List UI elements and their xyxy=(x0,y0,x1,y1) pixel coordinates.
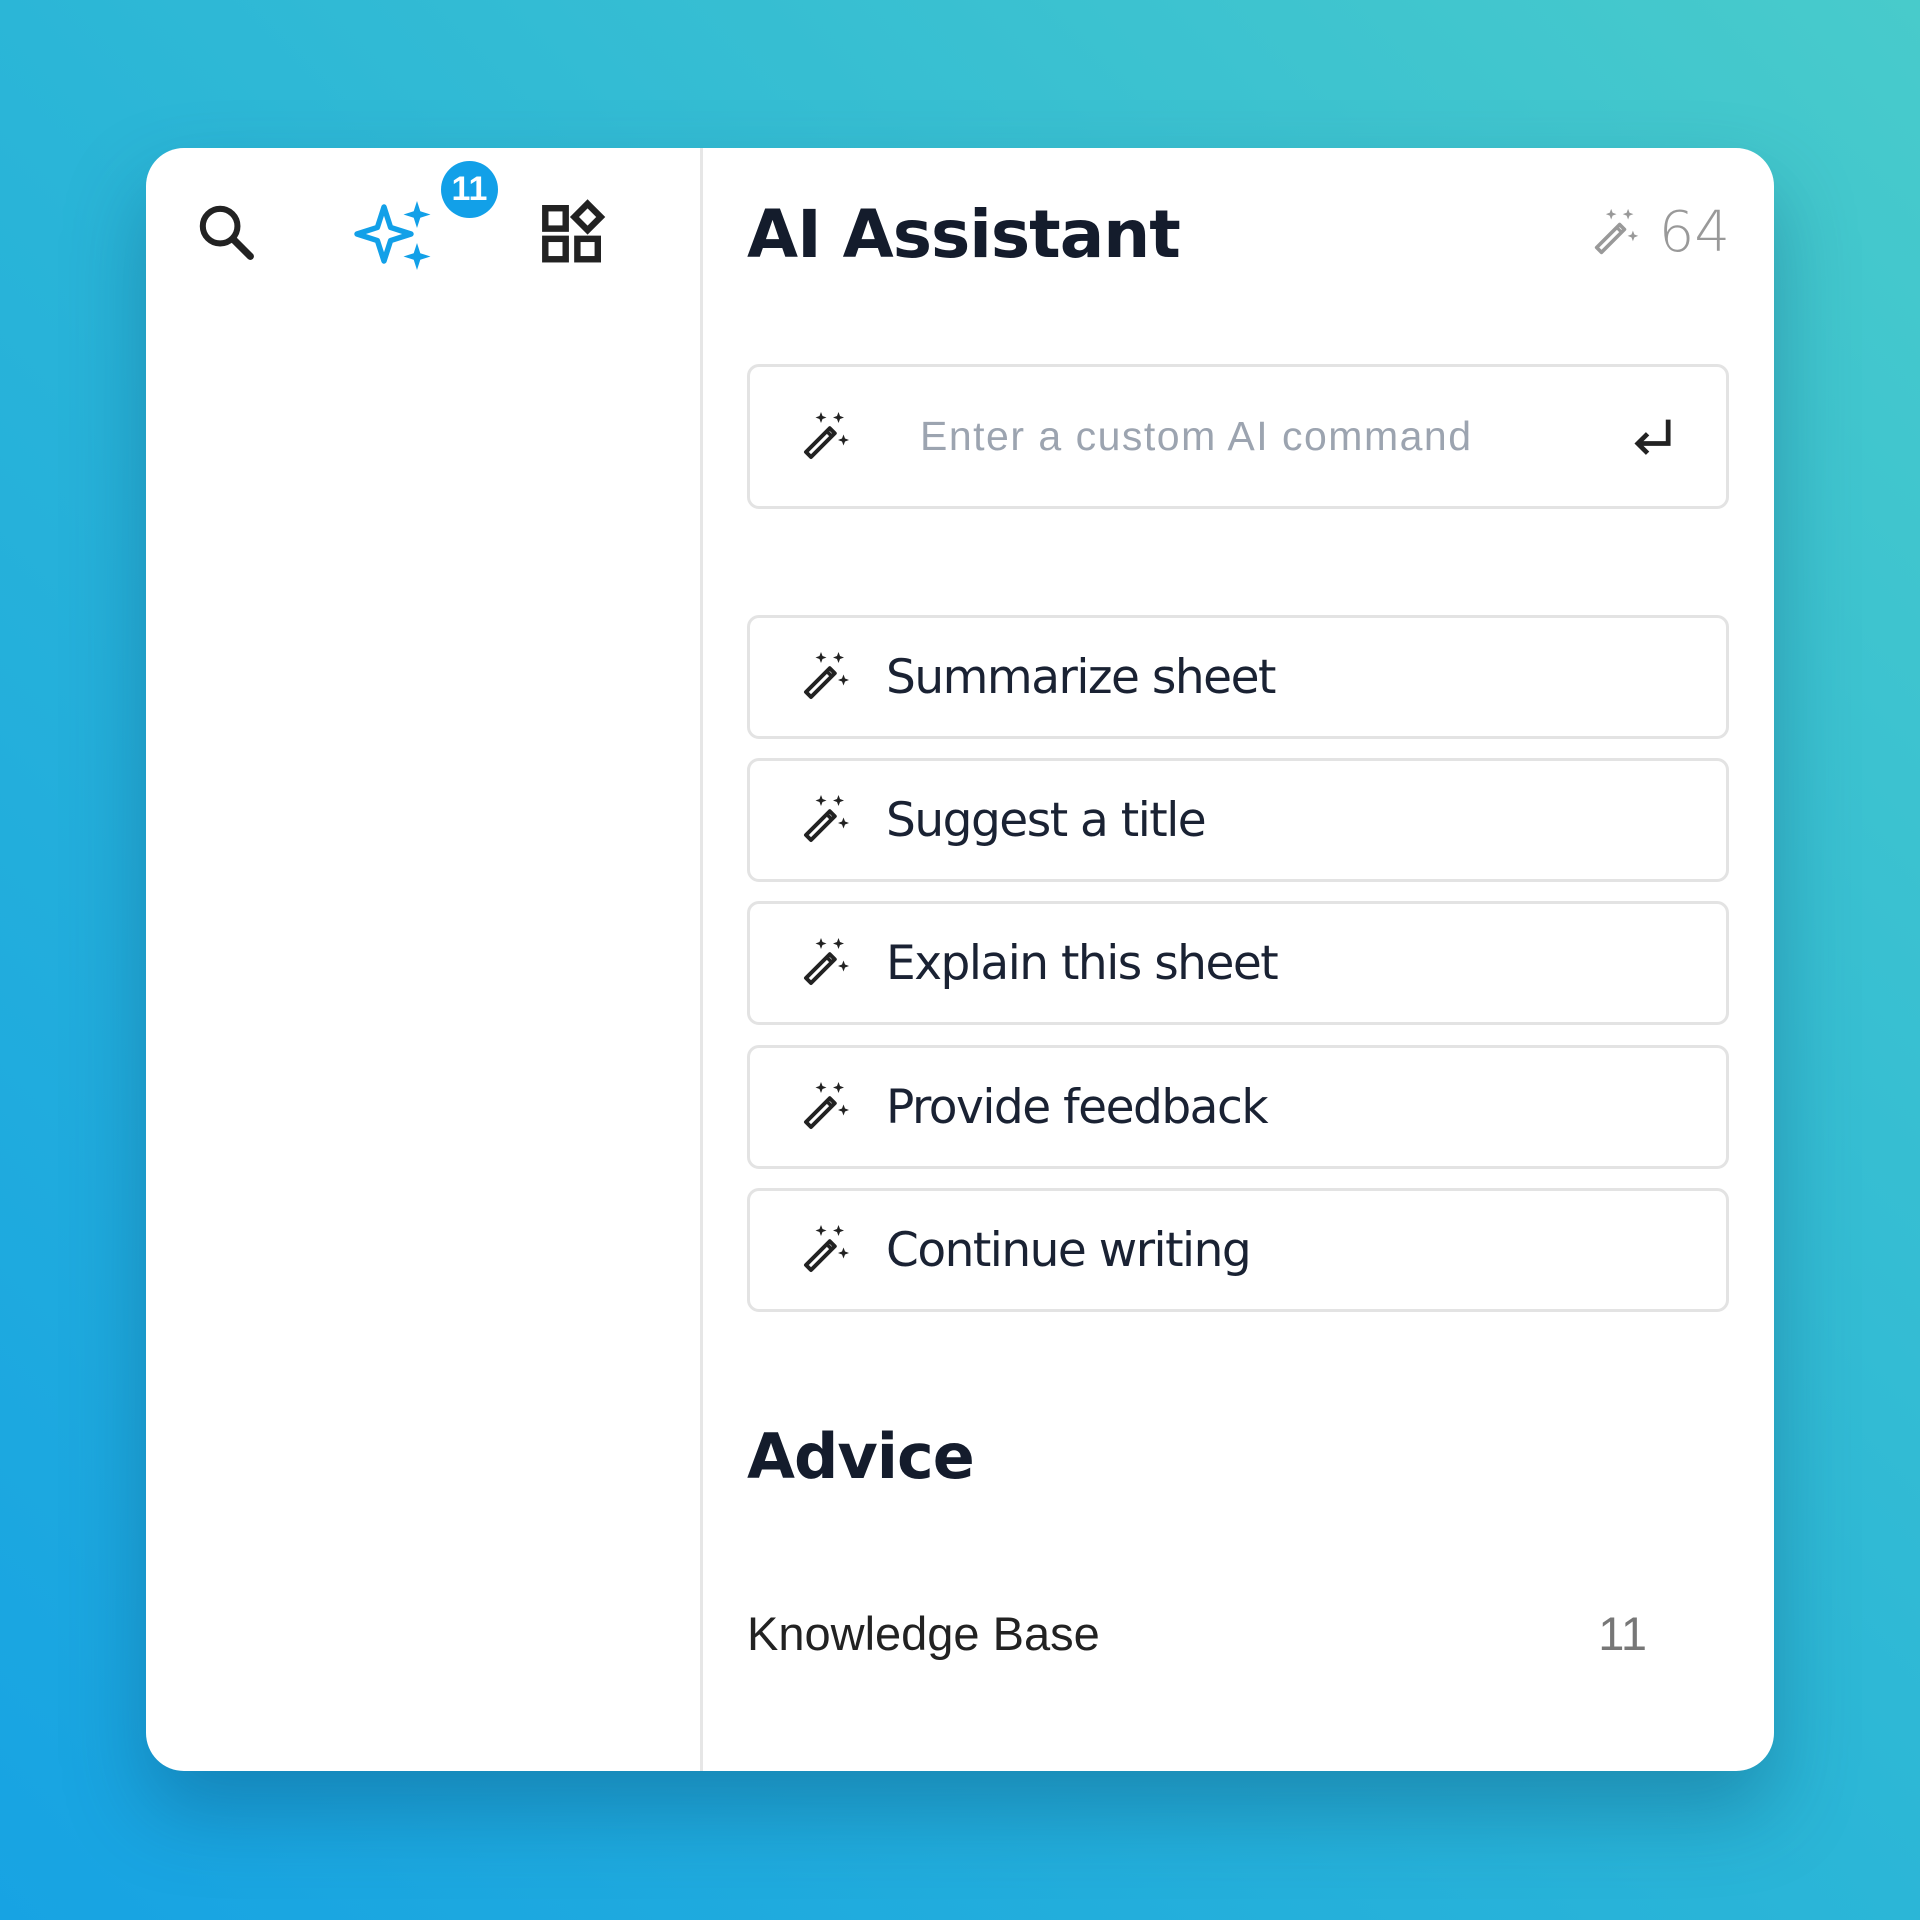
assistant-main: AI Assistant 64 Enter a custom AI comman… xyxy=(703,148,1774,1771)
search-icon xyxy=(199,205,254,260)
action-explain-sheet[interactable]: Explain this sheet xyxy=(747,901,1729,1025)
ai-credits: 64 xyxy=(1587,200,1730,265)
magic-wand-icon xyxy=(804,938,849,985)
action-label: Suggest a title xyxy=(886,792,1207,848)
magic-wand-icon xyxy=(804,1082,849,1129)
sparkles-icon xyxy=(354,201,431,270)
custom-command-input[interactable] xyxy=(918,412,1618,461)
ai-assistant-panel: 11 AI Assistant 64 Enter a custom AI com… xyxy=(146,148,1774,1771)
apps-button[interactable] xyxy=(536,196,610,270)
action-summarize-sheet[interactable]: Summarize sheet xyxy=(747,615,1729,739)
action-continue-writing[interactable]: Continue writing xyxy=(747,1188,1729,1312)
page-title: AI Assistant xyxy=(747,196,1181,273)
magic-wand-icon xyxy=(804,795,849,842)
enter-return-icon xyxy=(1634,419,1671,455)
advice-heading: Advice xyxy=(747,1420,975,1493)
action-label: Provide feedback xyxy=(886,1079,1269,1135)
custom-command-field[interactable] xyxy=(747,364,1729,509)
ai-assistant-button[interactable] xyxy=(354,192,444,276)
credits-count: 64 xyxy=(1658,200,1730,265)
action-label: Continue writing xyxy=(886,1222,1252,1278)
advice-item-label: Knowledge Base xyxy=(747,1606,1100,1660)
advice-item-knowledge-base[interactable]: Knowledge Base 11 xyxy=(747,1598,1647,1668)
action-provide-feedback[interactable]: Provide feedback xyxy=(747,1045,1729,1169)
action-label: Summarize sheet xyxy=(886,649,1276,705)
sidebar: 11 xyxy=(146,148,700,1771)
magic-wand-icon xyxy=(804,652,849,699)
action-suggest-title[interactable]: Suggest a title xyxy=(747,758,1729,882)
notification-badge: 11 xyxy=(441,161,498,218)
action-label: Explain this sheet xyxy=(886,935,1279,991)
magic-wand-icon xyxy=(804,411,849,459)
advice-item-count: 11 xyxy=(1598,1606,1647,1660)
search-button[interactable] xyxy=(192,198,262,268)
magic-wand-icon xyxy=(804,1225,849,1272)
submit-command-button[interactable] xyxy=(1618,402,1688,472)
apps-grid-icon xyxy=(542,199,606,263)
magic-wand-icon xyxy=(1594,208,1638,254)
